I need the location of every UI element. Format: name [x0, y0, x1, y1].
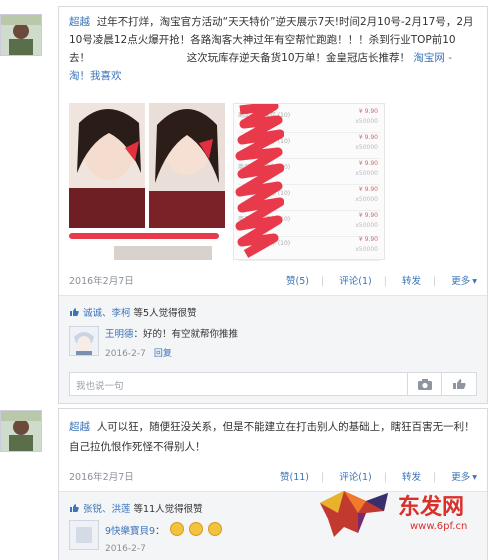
emoji-icon	[188, 522, 203, 536]
comment-input-placeholder: 我也说一句	[76, 381, 124, 392]
like-button[interactable]: 赞(11)	[280, 472, 309, 483]
photo-upload-button[interactable]	[407, 373, 442, 395]
order-row-price: ¥ 9.90	[358, 108, 378, 115]
emoji-icon	[169, 522, 184, 536]
likes-section: 诚诚、李柯 等5人觉得很赞 王明德：好的！有空就帮你推推 2016-2-7 回复 …	[59, 295, 487, 403]
bull-logo-icon	[320, 491, 388, 537]
commenter-avatar[interactable]	[69, 520, 99, 550]
comment-text: ：好的！有空就帮你推推	[133, 329, 239, 340]
order-row-price: ¥ 9.90	[358, 186, 378, 193]
comment-line: 9快樂寶貝9：	[105, 522, 222, 537]
more-button[interactable]: 更多	[451, 472, 470, 483]
order-row-sub: x50000	[355, 144, 378, 151]
comment-button[interactable]: 评论(1)	[339, 472, 371, 483]
comment-date: 2016-2-7	[105, 544, 146, 554]
order-row-price: ¥ 9.90	[358, 134, 378, 141]
chevron-down-icon[interactable]: ▾	[472, 276, 477, 287]
author-avatar[interactable]	[0, 14, 42, 56]
comment-date: 2016-2-7	[105, 349, 146, 359]
commenter-name[interactable]: 王明德	[105, 329, 134, 340]
forward-button[interactable]: 转发	[402, 472, 421, 483]
comment-meta: 2016-2-7 回复	[105, 346, 172, 359]
comment-input[interactable]: 我也说一句	[69, 372, 477, 396]
order-row-price: ¥ 9.90	[358, 160, 378, 167]
thumb-up-icon	[70, 504, 79, 512]
author-avatar[interactable]	[0, 410, 42, 452]
comment-line: 王明德：好的！有空就帮你推推	[105, 326, 238, 340]
post-text: 超越 人可以狂，随便狂没关系，但是不能建立在打击别人的基础上，瞎狂百害无一利！自…	[69, 417, 475, 457]
comment-text: ：	[155, 526, 165, 537]
emoji-icon	[207, 522, 222, 536]
post-photo-2[interactable]	[149, 103, 225, 228]
post-photo-3[interactable]	[114, 246, 212, 260]
post-text: 超越 过年不打烊，淘宝官方活动“天天特价”逆天展示7天!时间2月10号-2月17…	[69, 13, 475, 85]
order-row-price: ¥ 9.90	[358, 212, 378, 219]
likes-summary: 张锐、洪莲 等11人觉得很赞	[69, 501, 203, 515]
thumb-up-icon	[453, 379, 466, 389]
order-row-price: ¥ 9.90	[358, 236, 378, 243]
redaction-mark	[69, 233, 219, 239]
post-body-2: 这次玩库存逆天备货10万单！金皇冠店长推荐！	[186, 52, 411, 64]
forward-button[interactable]: 转发	[402, 276, 421, 287]
post-author[interactable]: 超越	[69, 421, 90, 433]
order-row-sub: x50000	[355, 222, 378, 229]
commenter-avatar[interactable]	[69, 326, 99, 356]
order-screenshot[interactable]: 商品名称 库存 (10) ¥ 9.90 x50000 商品名称 库存 (10) ¥ 9…	[233, 103, 385, 261]
post-date: 2016年2月7日	[69, 472, 134, 483]
thumb-up-icon	[70, 308, 79, 316]
post-actions: 赞(5) | 评论(1) | 转发 | 更多 ▾	[286, 276, 477, 287]
post-actions: 赞(11) | 评论(1) | 转发 | 更多 ▾	[280, 472, 477, 483]
like-comment-button[interactable]	[441, 373, 476, 395]
liked-by-names[interactable]: 张锐、洪莲	[83, 504, 131, 515]
order-row-sub: x50000	[355, 246, 378, 253]
commenter-name[interactable]: 9快樂寶貝9	[105, 526, 155, 537]
watermark-url: www.6pf.cn	[410, 521, 468, 532]
likes-summary: 诚诚、李柯 等5人觉得很赞	[69, 305, 197, 319]
watermark-brand: 东发网	[398, 494, 465, 520]
comment-meta: 2016-2-7	[105, 544, 146, 554]
post-date: 2016年2月7日	[69, 276, 134, 287]
post-photo-1[interactable]	[69, 103, 145, 228]
comment-button[interactable]: 评论(1)	[339, 276, 371, 287]
post-body: 人可以狂，随便狂没关系，但是不能建立在打击别人的基础上，瞎狂百害无一利！自己拉仇…	[69, 421, 475, 453]
camera-icon	[418, 378, 432, 390]
order-row-sub: x50000	[355, 170, 378, 177]
post-card: 超越 过年不打烊，淘宝官方活动“天天特价”逆天展示7天!时间2月10号-2月17…	[58, 6, 488, 404]
like-button[interactable]: 赞(5)	[286, 276, 309, 287]
order-row-sub: x50000	[355, 118, 378, 125]
order-row-sub: x50000	[355, 196, 378, 203]
reply-button[interactable]: 回复	[154, 349, 172, 359]
redaction-scribble	[235, 104, 284, 258]
chevron-down-icon[interactable]: ▾	[472, 472, 477, 483]
more-button[interactable]: 更多	[451, 276, 470, 287]
liked-by-names[interactable]: 诚诚、李柯	[83, 308, 131, 319]
comment-item: 王明德：好的！有空就帮你推推 2016-2-7 回复	[69, 326, 469, 362]
liked-count: 等5人觉得很赞	[133, 308, 197, 319]
liked-count: 等11人觉得很赞	[133, 504, 203, 515]
post-author[interactable]: 超越	[69, 16, 90, 28]
site-watermark: 东发网 www.6pf.cn	[314, 483, 494, 543]
